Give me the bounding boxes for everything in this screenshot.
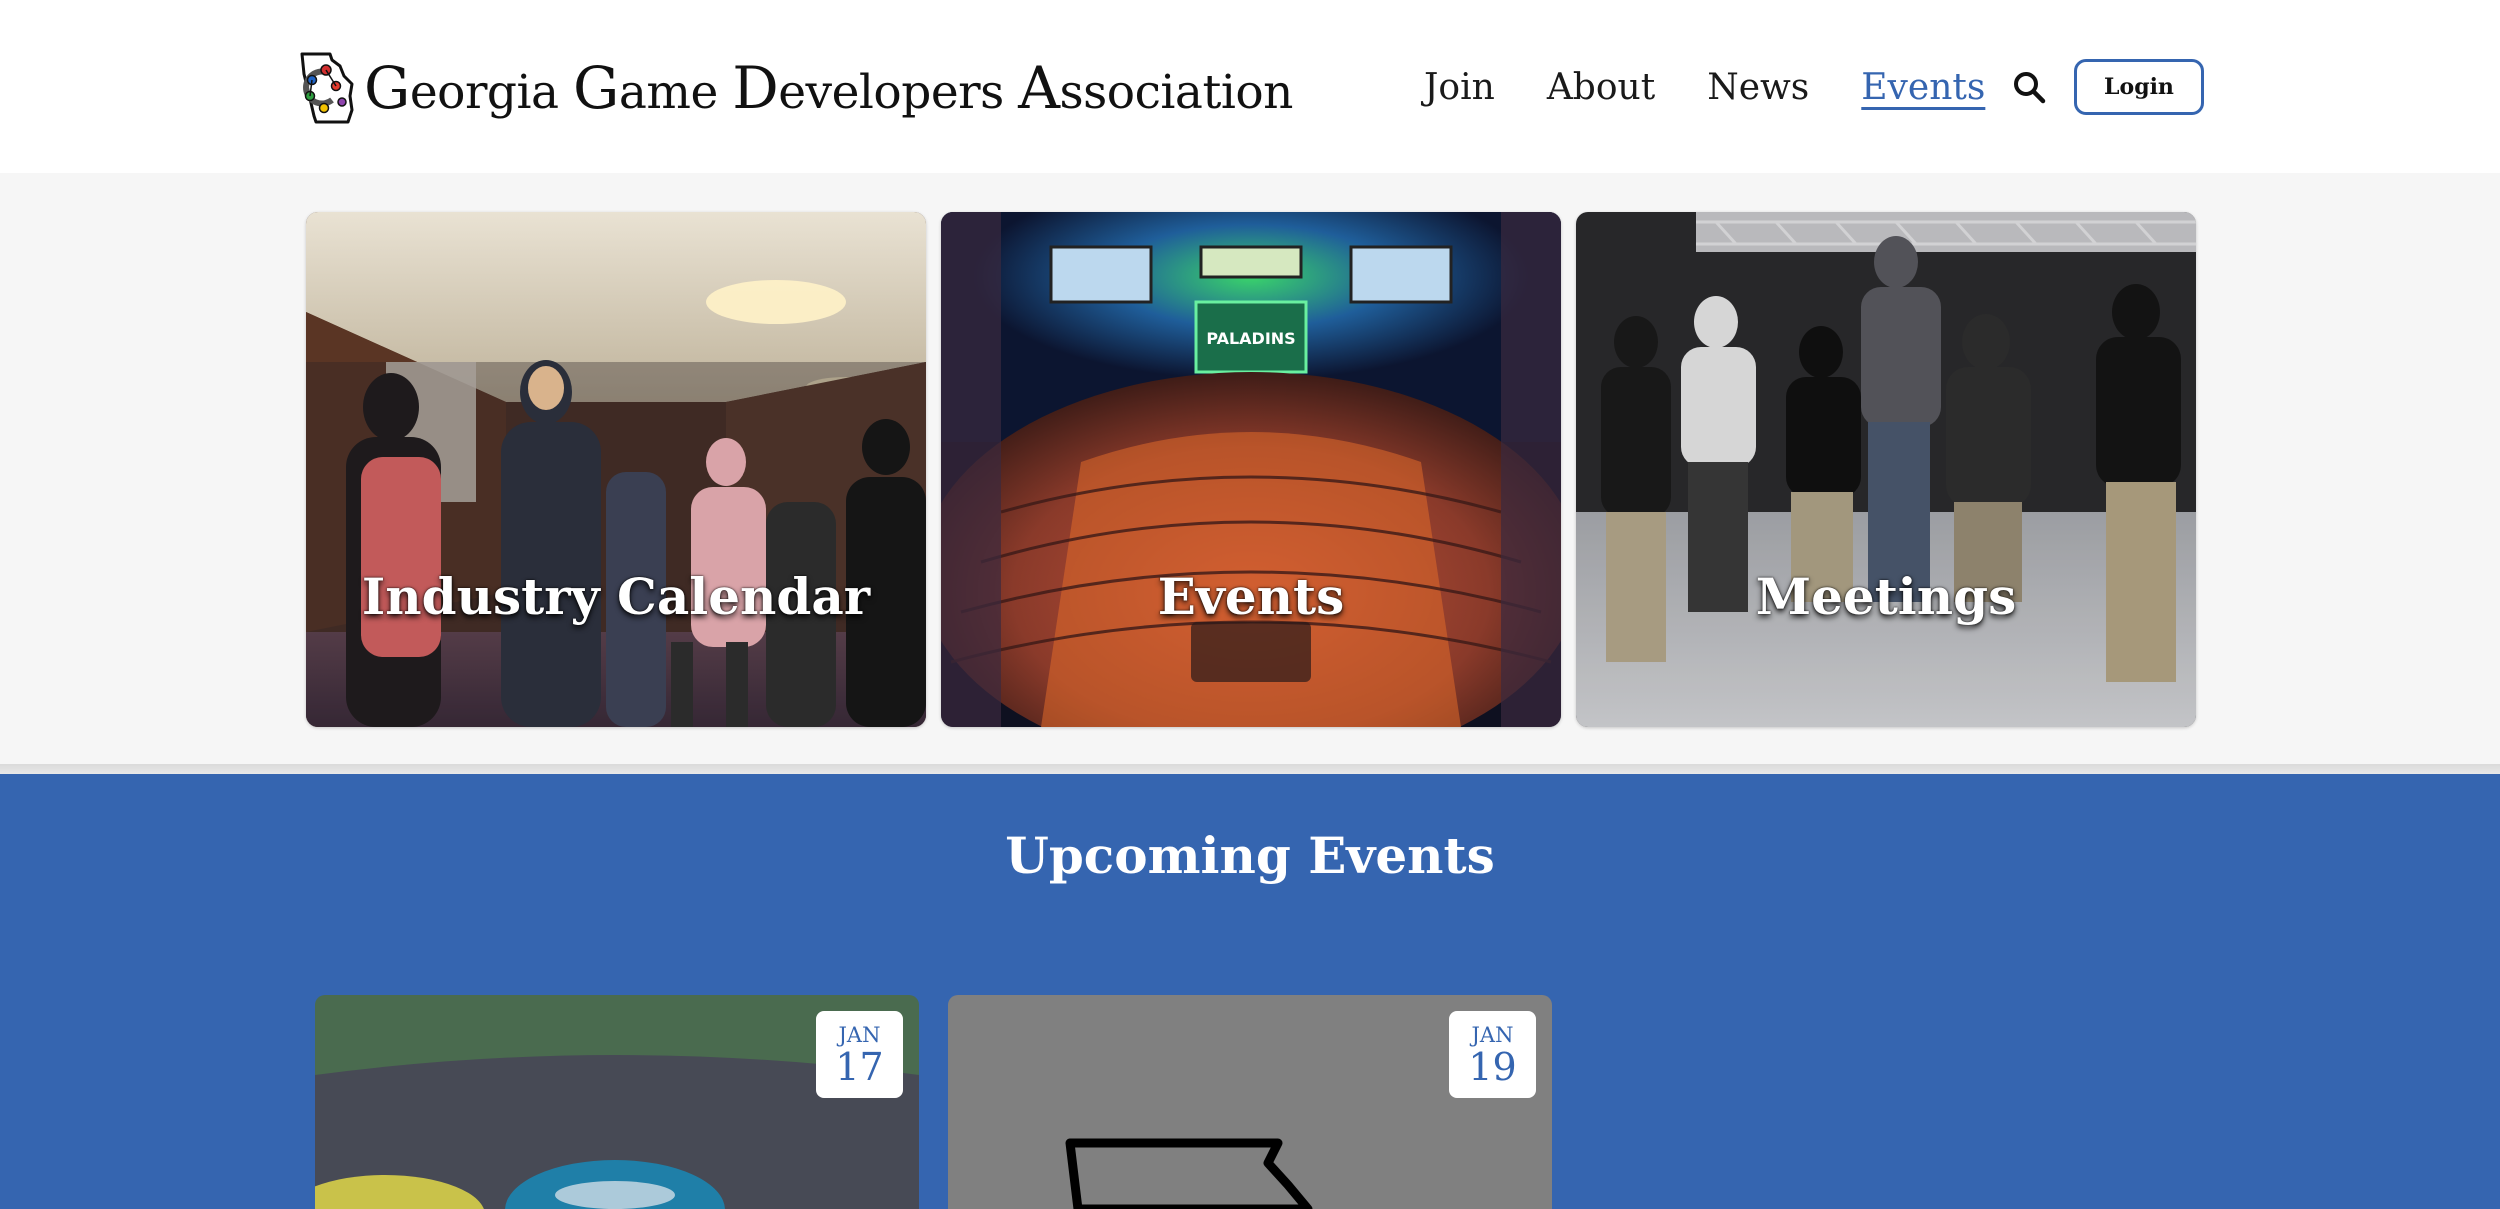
tile-events[interactable]: PALADINS Events	[941, 212, 1561, 727]
tile-industry-calendar[interactable]: Industry Calendar	[306, 212, 926, 727]
event-card[interactable]: JAN 17	[315, 995, 919, 1209]
site-name: Georgia Game Developers Association	[364, 54, 1293, 122]
stage-screen-text: PALADINS	[1206, 329, 1295, 348]
tile-meetings[interactable]: Meetings	[1576, 212, 2196, 727]
site-header: Georgia Game Developers Association Join…	[0, 0, 2500, 173]
event-day: 17	[835, 1044, 884, 1089]
tile-label: Industry Calendar	[361, 567, 871, 626]
site-logo-link[interactable]: Georgia Game Developers Association	[296, 50, 1293, 126]
upcoming-events-title: Upcoming Events	[1005, 826, 1495, 885]
nav-events[interactable]: Events	[1861, 67, 1985, 108]
login-button[interactable]: Login	[2074, 59, 2204, 115]
event-day: 19	[1468, 1044, 1517, 1089]
nav-news[interactable]: News	[1707, 67, 1809, 108]
camera-workshop-image	[1576, 212, 2196, 727]
main-nav: Join About News Events	[1424, 58, 2037, 116]
nav-join[interactable]: Join	[1424, 67, 1495, 108]
tile-label: Events	[1157, 567, 1345, 626]
search-icon	[2014, 72, 2046, 104]
georgia-logo-icon	[300, 52, 354, 124]
event-month: JAN	[1471, 1022, 1514, 1047]
nav-about[interactable]: About	[1547, 67, 1655, 108]
section-divider	[0, 764, 2500, 774]
event-card[interactable]: JAN 19	[948, 995, 1552, 1209]
esports-arena-image: PALADINS	[941, 212, 1561, 727]
tile-label: Meetings	[1755, 567, 2017, 626]
search-button[interactable]	[2010, 68, 2050, 108]
event-date-badge: JAN 17	[816, 1011, 903, 1098]
event-date-badge: JAN 19	[1449, 1011, 1536, 1098]
conference-hallway-image	[306, 212, 926, 727]
event-month: JAN	[838, 1022, 881, 1047]
